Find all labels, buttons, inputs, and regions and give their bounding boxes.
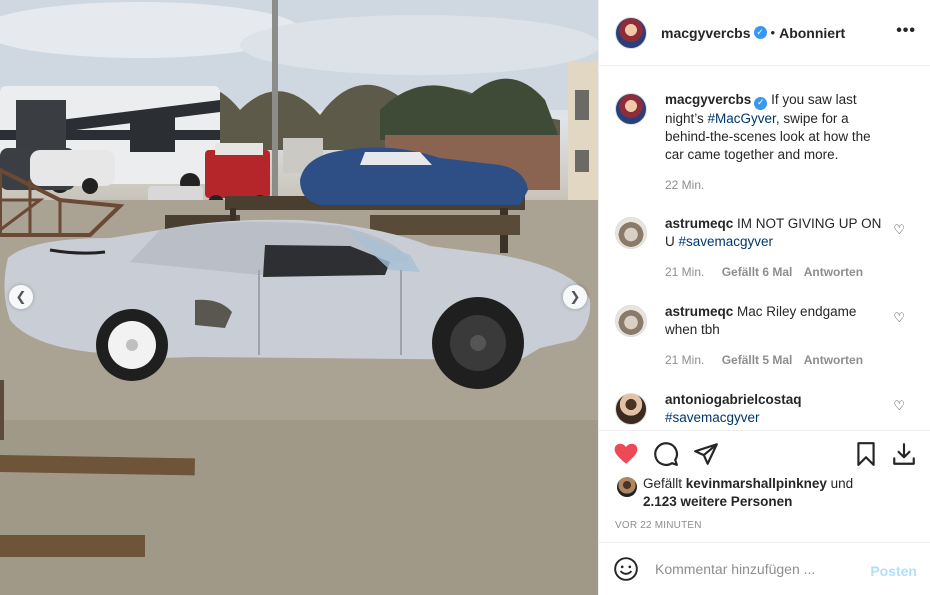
likes-prefix: Gefällt <box>643 476 683 491</box>
chevron-right-icon[interactable]: ❯ <box>563 285 587 309</box>
follow-status-button[interactable]: Abonniert <box>779 25 845 41</box>
comment-likes[interactable]: Gefällt 6 Mal <box>722 265 793 279</box>
verified-badge-icon: ✓ <box>754 96 768 110</box>
chevron-left-icon[interactable]: ❮ <box>9 285 33 309</box>
likes-and: und <box>830 476 854 491</box>
avatar[interactable] <box>617 477 637 497</box>
post-header: macgyvercbs ✓ • Abonniert ••• <box>599 0 930 66</box>
comments-list[interactable]: macgyvercbs ✓ If you saw last night’s #Ma… <box>599 67 930 429</box>
comment-timestamp[interactable]: 21 Min. <box>665 353 704 367</box>
comment-timestamp[interactable]: 21 Min. <box>665 265 704 279</box>
likes-others-link[interactable]: 2.123 weitere Personen <box>643 494 792 509</box>
avatar[interactable] <box>615 217 647 249</box>
comment-username[interactable]: antoniogabrielcostaq <box>665 392 802 407</box>
post-time-ago[interactable]: VOR 22 MINUTEN <box>615 520 702 531</box>
post-comment-button[interactable]: Posten <box>870 563 917 579</box>
post-author-username[interactable]: macgyvercbs <box>661 25 751 41</box>
reply-button[interactable]: Antworten <box>804 353 863 367</box>
car-photo-illustration <box>0 0 598 595</box>
paper-plane-icon[interactable] <box>693 441 719 467</box>
comment-username[interactable]: astrumeqc <box>665 216 733 231</box>
caption: macgyvercbs ✓ If you saw last night’s #Ma… <box>615 91 915 194</box>
comment-likes[interactable]: Gefällt 5 Mal <box>722 353 793 367</box>
avatar[interactable] <box>615 305 647 337</box>
comment-item: astrumeqc IM NOT GIVING UP ON U #savemac… <box>615 215 915 281</box>
verified-badge-icon: ✓ <box>753 26 767 39</box>
caption-timestamp[interactable]: 22 Min. <box>665 178 704 192</box>
avatar[interactable] <box>615 16 647 49</box>
likes-summary: Gefällt kevinmarshallpinkney und 2.123 w… <box>617 475 917 511</box>
avatar[interactable] <box>615 93 647 125</box>
post-photo: ❮ ❯ <box>0 0 598 595</box>
hashtag-link[interactable]: #savemacgyver <box>679 234 774 249</box>
emoji-icon[interactable] <box>613 556 639 582</box>
like-comment-heart-icon[interactable]: ♡ <box>893 223 905 238</box>
like-comment-heart-icon[interactable]: ♡ <box>893 311 905 326</box>
avatar[interactable] <box>615 393 647 425</box>
post-actions: Gefällt kevinmarshallpinkney und 2.123 w… <box>599 430 930 542</box>
caption-username[interactable]: macgyvercbs <box>665 92 751 107</box>
like-comment-heart-icon[interactable]: ♡ <box>893 399 905 414</box>
hashtag-link[interactable]: #savemacgyver <box>665 410 760 425</box>
reply-button[interactable]: Antworten <box>804 265 863 279</box>
comment-bubble-icon[interactable] <box>653 441 679 467</box>
comment-form: Posten <box>599 542 930 595</box>
comment-username[interactable]: astrumeqc <box>665 304 733 319</box>
hashtag-link[interactable]: #MacGyver <box>708 111 776 126</box>
comment-item: astrumeqc Mac Riley endgame when tbh 21 … <box>615 303 915 369</box>
liker-username[interactable]: kevinmarshallpinkney <box>686 476 827 491</box>
more-options-icon[interactable]: ••• <box>896 22 916 40</box>
separator-dot: • <box>770 25 776 40</box>
action-icons <box>613 441 917 471</box>
comment-input[interactable] <box>655 561 855 577</box>
bookmark-icon[interactable] <box>853 441 879 467</box>
comment-item: antoniogabrielcostaq #savemacgyver ♡ <box>615 391 915 427</box>
download-icon[interactable] <box>891 441 917 467</box>
post-side-panel: macgyvercbs ✓ • Abonniert ••• macgyvercb… <box>598 0 930 595</box>
heart-filled-icon[interactable] <box>613 441 639 467</box>
